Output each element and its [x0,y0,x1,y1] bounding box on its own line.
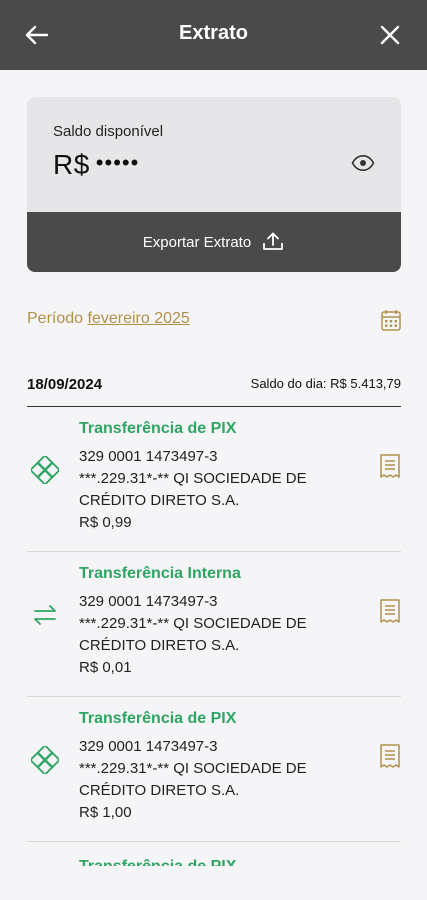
receipt-icon[interactable] [379,743,401,769]
transaction-account: 329 0001 1473497-3 [79,593,218,610]
transaction-counterpart: ***.229.31*-** QI SOCIEDADE DE [79,470,307,487]
day-balance: Saldo do dia: R$ 5.413,79 [250,376,401,391]
transaction-amount: R$ 0,99 [79,514,132,531]
export-label: Exportar Extrato [142,233,252,251]
period-month[interactable]: fevereiro 2025 [88,310,190,327]
transaction-counterpart-line2: CRÉDITO DIRETO S.A. [79,637,240,654]
transaction-amount: R$ 1,00 [79,804,132,821]
transaction-title: Transferência de PIX [79,420,237,437]
pix-icon [29,454,61,486]
transaction-account: 329 0001 1473497-3 [79,738,218,755]
receipt-icon[interactable] [379,453,401,479]
balance-value: R$ ••••• [53,149,139,181]
transaction-title: Transferência de PIX [79,858,236,866]
masked-balance: ••••• [95,150,140,175]
day-date: 18/09/2024 [27,376,103,393]
transaction-title: Transferência de PIX [79,710,237,727]
transaction-amount: R$ 0,01 [79,659,132,676]
period-selector[interactable]: Período fevereiro 2025 [27,310,190,328]
transaction-counterpart: ***.229.31*-** QI SOCIEDADE DE [79,760,307,777]
transaction-item[interactable]: Transferência Interna 329 0001 1473497-3… [27,551,401,697]
period-prefix: Período [27,310,84,327]
balance-card: Saldo disponível R$ ••••• Exportar Extrat… [27,97,401,272]
bottom-fade [0,866,427,900]
export-statement-button[interactable]: Exportar Extrato [27,212,401,272]
calendar-icon[interactable] [381,309,401,331]
upload-tray-icon [263,232,284,250]
transfer-arrows-icon [31,601,59,629]
transaction-title: Transferência Interna [79,565,241,582]
day-header: 18/09/2024 Saldo do dia: R$ 5.413,79 [27,376,401,407]
transaction-counterpart: ***.229.31*-** QI SOCIEDADE DE [79,615,307,632]
page-title: Extrato [179,22,248,44]
transaction-item[interactable]: Transferência de PIX 329 0001 1473497-3 … [27,406,401,552]
pix-icon [29,744,61,776]
receipt-icon[interactable] [379,598,401,624]
transaction-item[interactable]: Transferência de PIX 329 0001 1473497-3 … [27,696,401,842]
balance-label: Saldo disponível [53,123,164,140]
eye-icon[interactable] [351,154,375,172]
transaction-counterpart-line2: CRÉDITO DIRETO S.A. [79,492,240,509]
currency-symbol: R$ [53,149,90,180]
close-icon[interactable] [375,20,405,50]
transaction-counterpart-line2: CRÉDITO DIRETO S.A. [79,782,240,799]
top-bar: Extrato [0,0,427,70]
transaction-account: 329 0001 1473497-3 [79,448,218,465]
transaction-item-partial[interactable]: Transferência de PIX [27,850,401,866]
